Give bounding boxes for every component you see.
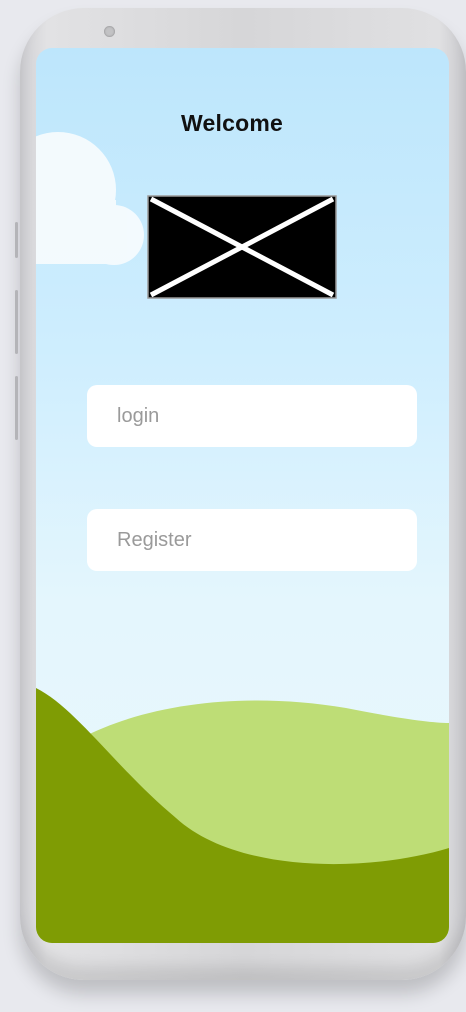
login-input[interactable] xyxy=(87,385,417,447)
app-screen: Welcome xyxy=(36,48,449,943)
register-input[interactable] xyxy=(87,509,417,571)
camera-icon xyxy=(104,26,115,37)
hills-background xyxy=(36,688,449,943)
cloud-decoration xyxy=(36,132,144,265)
broken-image-icon xyxy=(147,195,337,299)
page-title: Welcome xyxy=(181,110,283,136)
side-button xyxy=(15,222,18,258)
volume-up-button xyxy=(15,290,18,354)
volume-down-button xyxy=(15,376,18,440)
